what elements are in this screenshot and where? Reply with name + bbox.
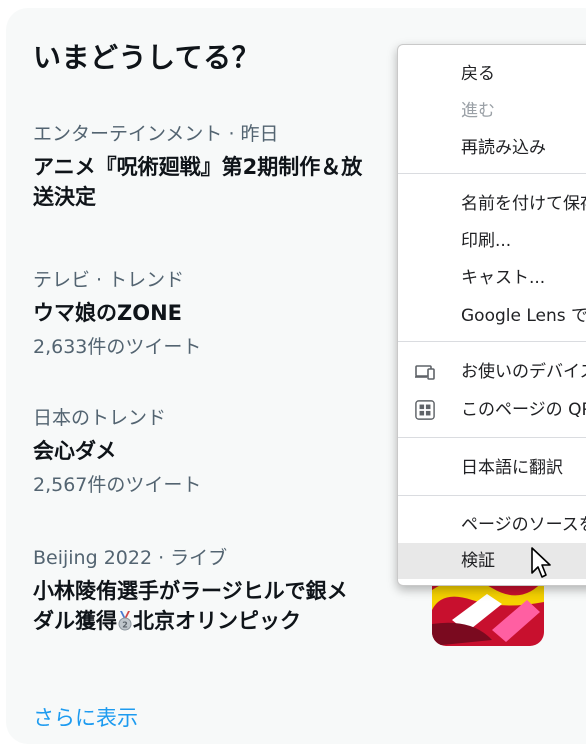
trend-meta: テレビ · トレンド xyxy=(33,269,185,291)
trend-meta: Beijing 2022 · ライブ xyxy=(33,547,228,569)
trend-name: ウマ娘のZONE xyxy=(33,301,182,325)
menu-item-google-lens[interactable]: Google Lens で画像を検索 xyxy=(398,298,586,334)
trends-title: いまどうしてる？ xyxy=(33,41,261,74)
trend-meta: エンターテインメント · 昨日 xyxy=(33,123,279,145)
trend-name-line: アニメ『呪術廻戦』第2期制作＆放 xyxy=(33,155,363,179)
menu-item-inspect[interactable]: 検証 xyxy=(398,543,586,579)
trend-name: 小林陵侑選手がラージヒルで銀メ ダル獲得 2 北京オリンピック xyxy=(33,576,348,636)
trend-item[interactable]: 日本のトレンド 会心ダメ 2,567件のツイート xyxy=(33,405,201,498)
menu-item-reload[interactable]: 再読み込み xyxy=(398,130,586,166)
trend-name-part: 北京オリンピック xyxy=(133,609,301,633)
menu-item-save-as[interactable]: 名前を付けて保存... xyxy=(398,186,586,222)
silver-medal-icon: 2 xyxy=(118,611,132,631)
menu-separator xyxy=(398,495,586,496)
trend-tweet-count: 2,633件のツイート xyxy=(33,336,202,358)
menu-item-cast[interactable]: キャスト... xyxy=(398,260,586,296)
devices-icon xyxy=(415,365,435,380)
trend-name-line: ダル獲得 2 北京オリンピック xyxy=(33,606,348,636)
qr-code-icon xyxy=(415,400,435,420)
trend-name: アニメ『呪術廻戦』第2期制作＆放 送決定 xyxy=(33,152,362,212)
browser-context-menu: 戻る 進む 再読み込み 名前を付けて保存... 印刷... キャスト... Go… xyxy=(397,44,586,586)
menu-item-print[interactable]: 印刷... xyxy=(398,223,586,259)
mouse-pointer-icon xyxy=(531,547,551,578)
trend-name-part: ダル獲得 xyxy=(33,609,117,633)
trend-item[interactable]: Beijing 2022 · ライブ 小林陵侑選手がラージヒルで銀メ ダル獲得 … xyxy=(33,545,348,636)
menu-item-translate[interactable]: 日本語に翻訳 xyxy=(398,450,586,486)
trend-name-line: 送決定 xyxy=(33,185,96,209)
trend-item[interactable]: エンターテインメント · 昨日 アニメ『呪術廻戦』第2期制作＆放 送決定 xyxy=(33,121,362,212)
menu-separator xyxy=(398,341,586,342)
trend-tweet-count: 2,567件のツイート xyxy=(33,474,202,496)
svg-text:2: 2 xyxy=(122,621,128,630)
screenshot-stage: いまどうしてる？ エンターテインメント · 昨日 アニメ『呪術廻戦』第2期制作＆… xyxy=(0,0,586,755)
menu-item-back[interactable]: 戻る xyxy=(398,56,586,92)
menu-item-send-to-devices[interactable]: お使いのデバイスに送信 xyxy=(398,354,586,390)
trend-name-line: 小林陵侑選手がラージヒルで銀メ xyxy=(33,579,348,603)
menu-separator xyxy=(398,437,586,438)
menu-item-forward: 進む xyxy=(461,101,495,121)
menu-item-view-source[interactable]: ページのソースを表示 xyxy=(398,507,586,543)
trend-item[interactable]: テレビ · トレンド ウマ娘のZONE 2,633件のツイート xyxy=(33,267,201,360)
trend-name: 会心ダメ xyxy=(33,439,117,463)
menu-separator xyxy=(398,173,586,174)
menu-item-qr-code[interactable]: このページの QR コードを作成 xyxy=(398,392,586,428)
show-more-link[interactable]: さらに表示 xyxy=(33,702,138,732)
trend-meta: 日本のトレンド xyxy=(33,407,167,429)
